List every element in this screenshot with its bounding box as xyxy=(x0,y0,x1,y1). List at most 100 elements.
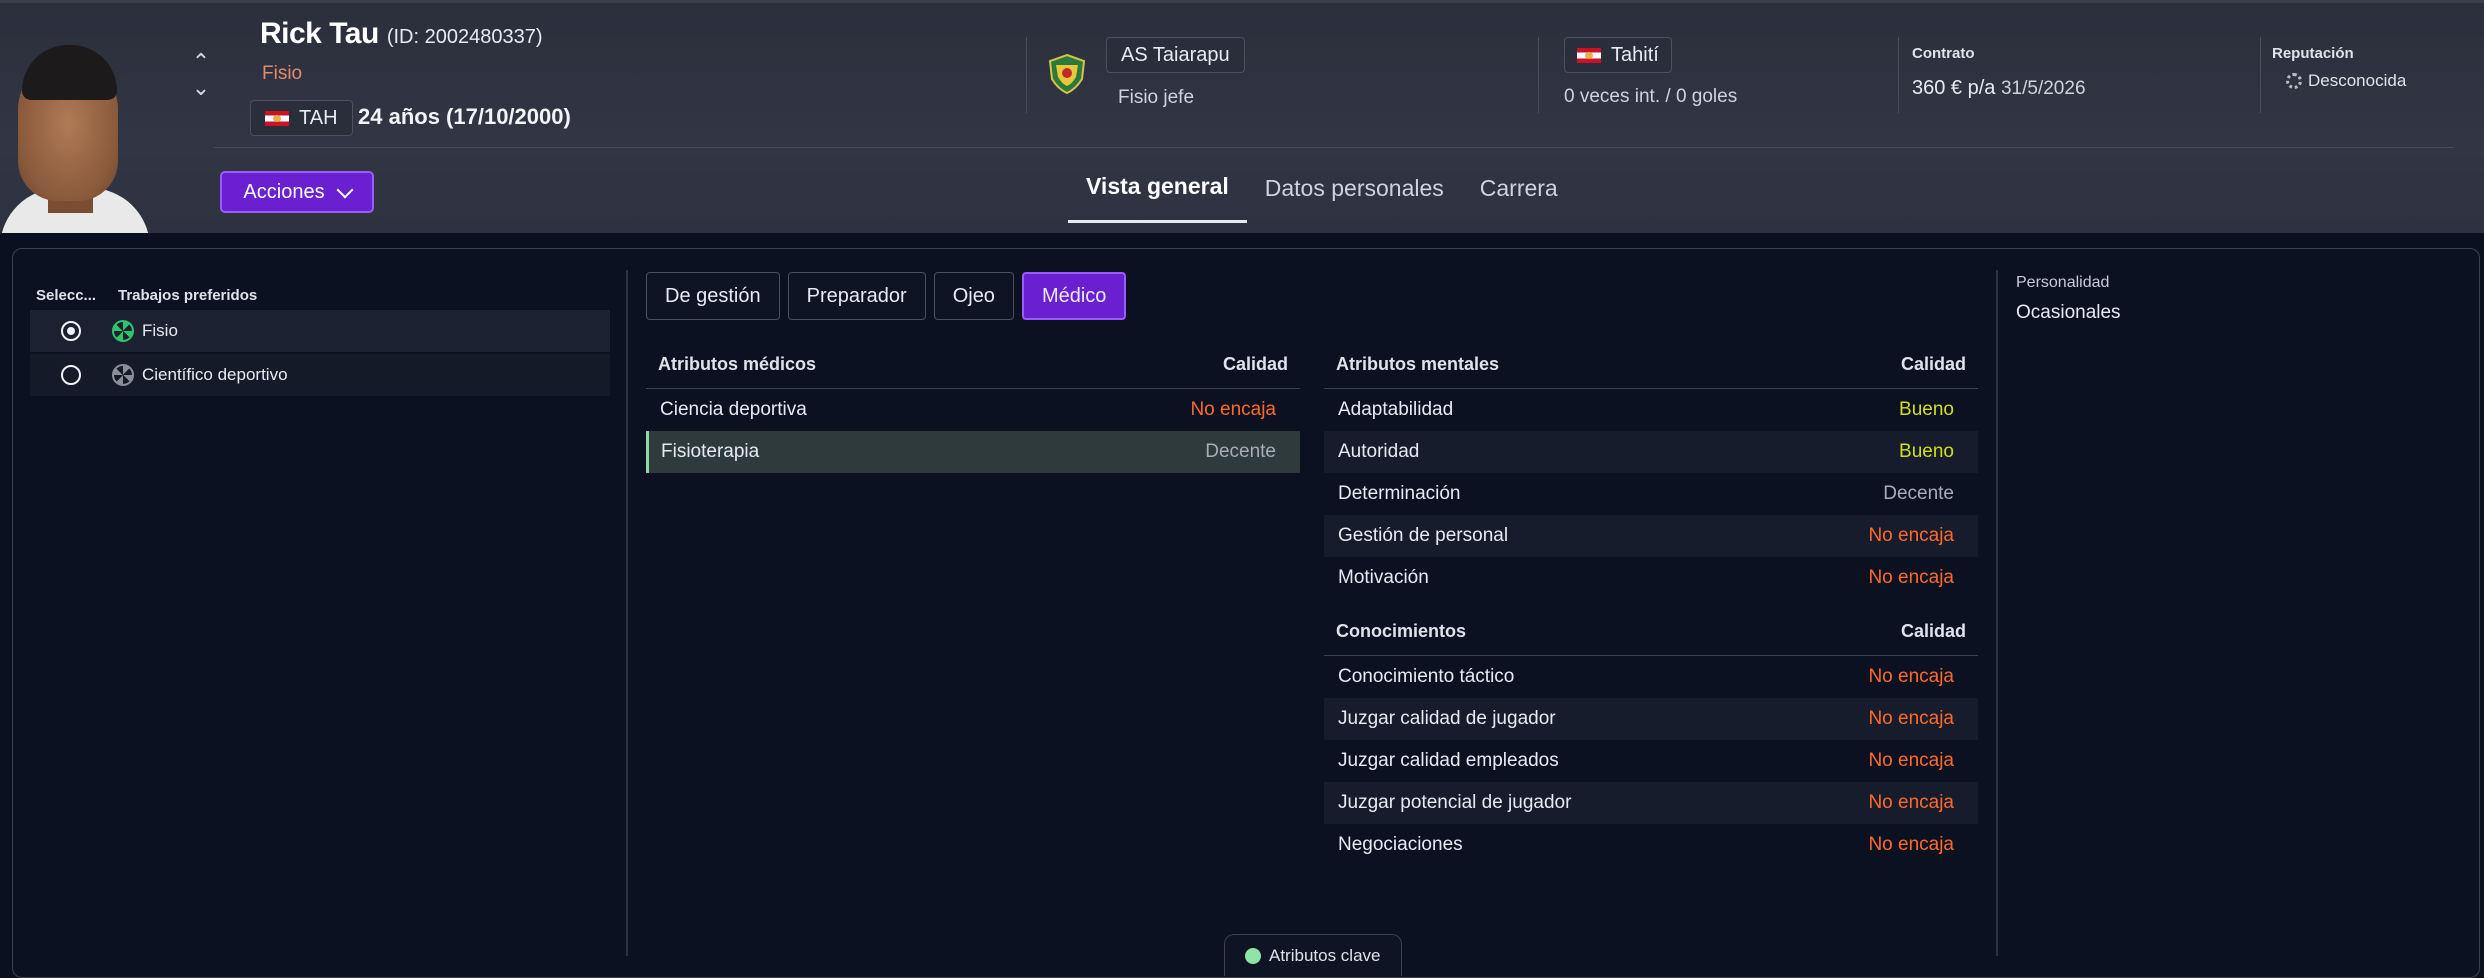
attribute-quality: No encaja xyxy=(1868,666,1954,687)
attribute-row[interactable]: Conocimiento táctico No encaja xyxy=(1324,656,1978,698)
attribute-quality: Decente xyxy=(1883,483,1954,504)
attribute-category-tabs: De gestión Preparador Ojeo Médico xyxy=(646,272,1127,320)
physio-role-icon xyxy=(112,320,134,342)
attribute-quality: No encaja xyxy=(1868,567,1954,588)
key-attributes-label: Atributos clave xyxy=(1269,945,1381,965)
tab-career[interactable]: Carrera xyxy=(1462,153,1576,223)
header-divider xyxy=(2260,37,2261,113)
quality-column-header[interactable]: Calidad xyxy=(1901,621,1966,642)
attribute-name: Juzgar potencial de jugador xyxy=(1338,792,1572,813)
subtab-medical[interactable]: Médico xyxy=(1021,272,1127,320)
subtab-management[interactable]: De gestión xyxy=(646,272,780,320)
jobs-column-header[interactable]: Trabajos preferidos xyxy=(118,287,257,304)
reputation-text: Desconocida xyxy=(2308,71,2407,90)
attribute-quality: Bueno xyxy=(1899,441,1954,462)
attribute-quality: Decente xyxy=(1205,441,1276,462)
medical-attributes-header: Atributos médicos Calidad xyxy=(646,341,1300,389)
job-label: Fisio xyxy=(142,321,178,340)
header-divider xyxy=(1538,37,1539,113)
profile-tabs: Vista general Datos personales Carrera xyxy=(1068,153,1576,223)
personality-value: Ocasionales xyxy=(2016,302,2121,323)
attribute-row[interactable]: Autoridad Bueno xyxy=(1324,431,1978,473)
club-name: AS Taiarapu xyxy=(1121,43,1230,66)
attribute-name: Determinación xyxy=(1338,483,1461,504)
knowledge-attributes-title: Conocimientos xyxy=(1336,621,1467,641)
profile-navigation: ⌃ ⌄ xyxy=(188,49,214,101)
contract-value: 360 € p/a 31/5/2026 xyxy=(1912,77,2086,100)
tab-overview[interactable]: Vista general xyxy=(1068,153,1247,223)
contract-wage: 360 € p/a xyxy=(1912,77,1996,99)
tahiti-flag-icon xyxy=(265,110,289,126)
quality-column-header[interactable]: Calidad xyxy=(1223,354,1288,375)
attribute-row[interactable]: Ciencia deportiva No encaja xyxy=(646,389,1300,431)
key-attributes-dot-icon xyxy=(1245,947,1261,964)
attribute-name: Juzgar calidad de jugador xyxy=(1338,708,1556,729)
job-title: Fisio jefe xyxy=(1118,87,1195,108)
job-label: Científico deportivo xyxy=(142,365,288,384)
quality-column-header[interactable]: Calidad xyxy=(1901,354,1966,375)
attribute-row[interactable]: Adaptabilidad Bueno xyxy=(1324,389,1978,431)
key-attributes-toggle[interactable]: Atributos clave xyxy=(1224,934,1402,976)
nation-code: TAH xyxy=(299,106,338,129)
contract-expiry: 31/5/2026 xyxy=(2000,78,2086,99)
attribute-name: Autoridad xyxy=(1338,441,1420,462)
attribute-row[interactable]: Negociaciones No encaja xyxy=(1324,824,1978,866)
staff-role: Fisio xyxy=(262,63,303,84)
unknown-reputation-icon xyxy=(2286,73,2302,89)
attribute-name: Conocimiento táctico xyxy=(1338,666,1515,687)
job-row-fisio[interactable]: Fisio xyxy=(30,310,610,352)
reputation-label: Reputación xyxy=(2272,45,2354,62)
mental-attributes-title: Atributos mentales xyxy=(1336,354,1500,374)
attribute-name: Motivación xyxy=(1338,567,1429,588)
medical-attributes-table: Atributos médicos Calidad Ciencia deport… xyxy=(646,341,1300,473)
column-divider xyxy=(626,270,628,956)
preferred-jobs-header: Selecc... Trabajos preferidos xyxy=(30,282,610,308)
staff-name: Rick Tau xyxy=(260,17,379,50)
header-separator xyxy=(214,147,2454,148)
attribute-row[interactable]: Determinación Decente xyxy=(1324,473,1978,515)
sports-scientist-role-icon xyxy=(112,364,134,386)
attribute-name: Adaptabilidad xyxy=(1338,399,1454,420)
attribute-row[interactable]: Juzgar calidad empleados No encaja xyxy=(1324,740,1978,782)
select-column-header[interactable]: Selecc... xyxy=(30,287,118,304)
knowledge-attributes-header: Conocimientos Calidad xyxy=(1324,608,1978,656)
nationality-pill[interactable]: TAH xyxy=(250,100,353,136)
subtab-coaching[interactable]: Preparador xyxy=(787,272,926,320)
attribute-row-highlighted[interactable]: Fisioterapia Decente xyxy=(646,431,1300,473)
knowledge-attributes-table: Conocimientos Calidad Conocimiento tácti… xyxy=(1324,608,1978,866)
attribute-row[interactable]: Motivación No encaja xyxy=(1324,557,1978,599)
job-radio-selected[interactable] xyxy=(61,321,81,341)
club-link[interactable]: AS Taiarapu xyxy=(1106,37,1245,73)
chevron-down-icon xyxy=(336,181,354,198)
attribute-quality: No encaja xyxy=(1868,525,1954,546)
attribute-quality: Bueno xyxy=(1899,399,1954,420)
subtab-scouting[interactable]: Ojeo xyxy=(933,272,1014,320)
attribute-row[interactable]: Gestión de personal No encaja xyxy=(1324,515,1978,557)
job-radio[interactable] xyxy=(61,365,81,385)
club-badge-icon xyxy=(1048,53,1086,95)
medical-attributes-title: Atributos médicos xyxy=(658,354,817,374)
tahiti-flag-icon xyxy=(1577,47,1601,63)
attribute-quality: No encaja xyxy=(1190,399,1276,420)
attribute-name: Ciencia deportiva xyxy=(660,399,807,420)
attribute-quality: No encaja xyxy=(1868,750,1954,771)
header-divider xyxy=(1026,37,1027,113)
attribute-name: Juzgar calidad empleados xyxy=(1338,750,1559,771)
reputation-value: Desconocida xyxy=(2286,71,2406,91)
tab-personal-details[interactable]: Datos personales xyxy=(1247,153,1462,223)
personality-label: Personalidad xyxy=(2016,274,2110,291)
attribute-row[interactable]: Juzgar potencial de jugador No encaja xyxy=(1324,782,1978,824)
attribute-quality: No encaja xyxy=(1868,834,1954,855)
attribute-row[interactable]: Juzgar calidad de jugador No encaja xyxy=(1324,698,1978,740)
job-row-sports-scientist[interactable]: Científico deportivo xyxy=(30,354,610,396)
previous-profile-chevron-up-icon[interactable]: ⌃ xyxy=(188,49,214,75)
mental-attributes-table: Atributos mentales Calidad Adaptabilidad… xyxy=(1324,341,1978,599)
actions-button[interactable]: Acciones xyxy=(220,171,374,213)
country-link[interactable]: Tahití xyxy=(1564,37,1672,73)
staff-avatar xyxy=(0,23,150,233)
actions-label: Acciones xyxy=(243,180,325,203)
next-profile-chevron-down-icon[interactable]: ⌄ xyxy=(188,75,214,101)
header-divider xyxy=(1898,37,1899,113)
attribute-name: Negociaciones xyxy=(1338,834,1463,855)
mental-attributes-header: Atributos mentales Calidad xyxy=(1324,341,1978,389)
